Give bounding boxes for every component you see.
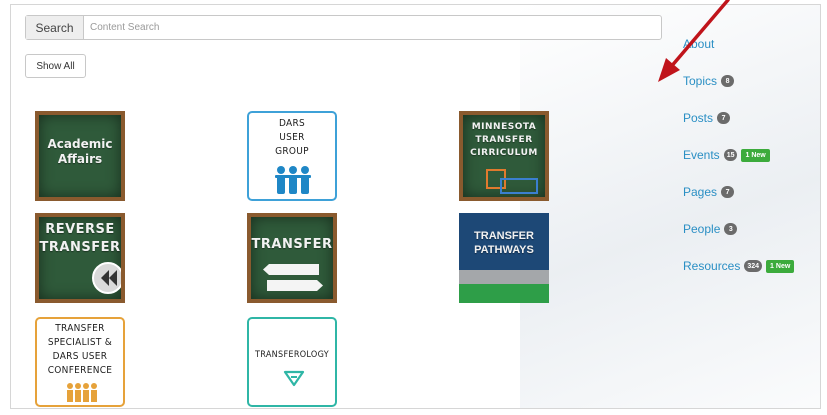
tile-dars-user-group[interactable]: DARS USER GROUP <box>247 111 337 201</box>
tile-label-line: Academic <box>47 137 113 151</box>
tile-label-line: GROUP <box>275 146 309 157</box>
tile-label-line: PATHWAYS <box>474 244 534 256</box>
sidebar-item-resources[interactable]: Resources 324 1 New <box>683 259 795 273</box>
tile-label-line: TRANSFER <box>475 135 533 145</box>
sidebar-item-label: Events <box>683 148 720 162</box>
green-stripe <box>459 284 549 303</box>
sidebar-item-pages[interactable]: Pages 7 <box>683 185 735 199</box>
sidebar-item-label: Resources <box>683 259 741 273</box>
tile-transfer[interactable]: TRANSFER <box>247 213 337 303</box>
sidebar-item-label: Pages <box>683 185 718 199</box>
show-all-button[interactable]: Show All <box>25 54 86 78</box>
sidebar-item-people[interactable]: People 3 <box>683 222 738 236</box>
count-badge: 7 <box>717 112 731 124</box>
tile-label-line: SPECIALIST & <box>47 337 113 348</box>
search-label[interactable]: Search <box>26 16 84 39</box>
tile-label-line: TRANSFER <box>474 230 534 242</box>
count-badge: 3 <box>724 223 738 235</box>
search-input[interactable] <box>84 16 661 39</box>
tile-label-line: Affairs <box>57 152 103 166</box>
transferology-logo-icon <box>283 370 305 387</box>
tile-label-line: CIRRICULUM <box>470 148 538 158</box>
tile-label-line: TRANSFER <box>55 323 105 334</box>
people-group-icon <box>275 166 311 194</box>
people-group-icon <box>67 383 97 402</box>
tile-transferology[interactable]: TRANSFEROLOGY <box>247 317 337 407</box>
sidebar-item-label: People <box>683 222 721 236</box>
tile-label-line: MINNESOTA <box>471 122 537 132</box>
tile-minnesota-transfer-curriculum[interactable]: MINNESOTA TRANSFER CIRRICULUM <box>459 111 549 201</box>
new-badge: 1 New <box>766 259 795 273</box>
tile-label-line: TRANSFER <box>39 240 121 255</box>
search-bar: Search <box>25 15 662 40</box>
linked-squares-icon <box>486 169 538 194</box>
tile-transfer-specialist-conference[interactable]: TRANSFER SPECIALIST & DARS USER CONFEREN… <box>35 317 125 407</box>
rewind-icon <box>92 262 121 294</box>
tile-transfer-pathways[interactable]: TRANSFER PATHWAYS <box>459 213 549 303</box>
tile-label-line: USER <box>279 132 305 143</box>
sidebar-item-events[interactable]: Events 15 1 New <box>683 148 770 162</box>
tile-academic-affairs[interactable]: Academic Affairs <box>35 111 125 201</box>
count-badge: 7 <box>721 186 735 198</box>
new-badge: 1 New <box>741 148 770 162</box>
tile-label-line: CONFERENCE <box>47 365 113 376</box>
sidebar-item-posts[interactable]: Posts 7 <box>683 111 731 125</box>
count-badge: 15 <box>723 149 738 161</box>
tile-label-line: DARS <box>278 118 306 129</box>
sidebar-item-label: Posts <box>683 111 714 125</box>
direction-signs-icon <box>263 264 323 291</box>
tile-label-line: REVERSE <box>45 222 115 237</box>
tile-label-line: DARS USER <box>52 351 108 362</box>
tile-label-line: TRANSFEROLOGY <box>255 350 329 360</box>
tile-label-line: TRANSFER <box>251 237 333 252</box>
gray-stripe <box>459 270 549 284</box>
tile-reverse-transfer[interactable]: REVERSE TRANSFER <box>35 213 125 303</box>
count-badge: 324 <box>744 260 763 272</box>
annotation-arrow-icon <box>658 0 730 82</box>
